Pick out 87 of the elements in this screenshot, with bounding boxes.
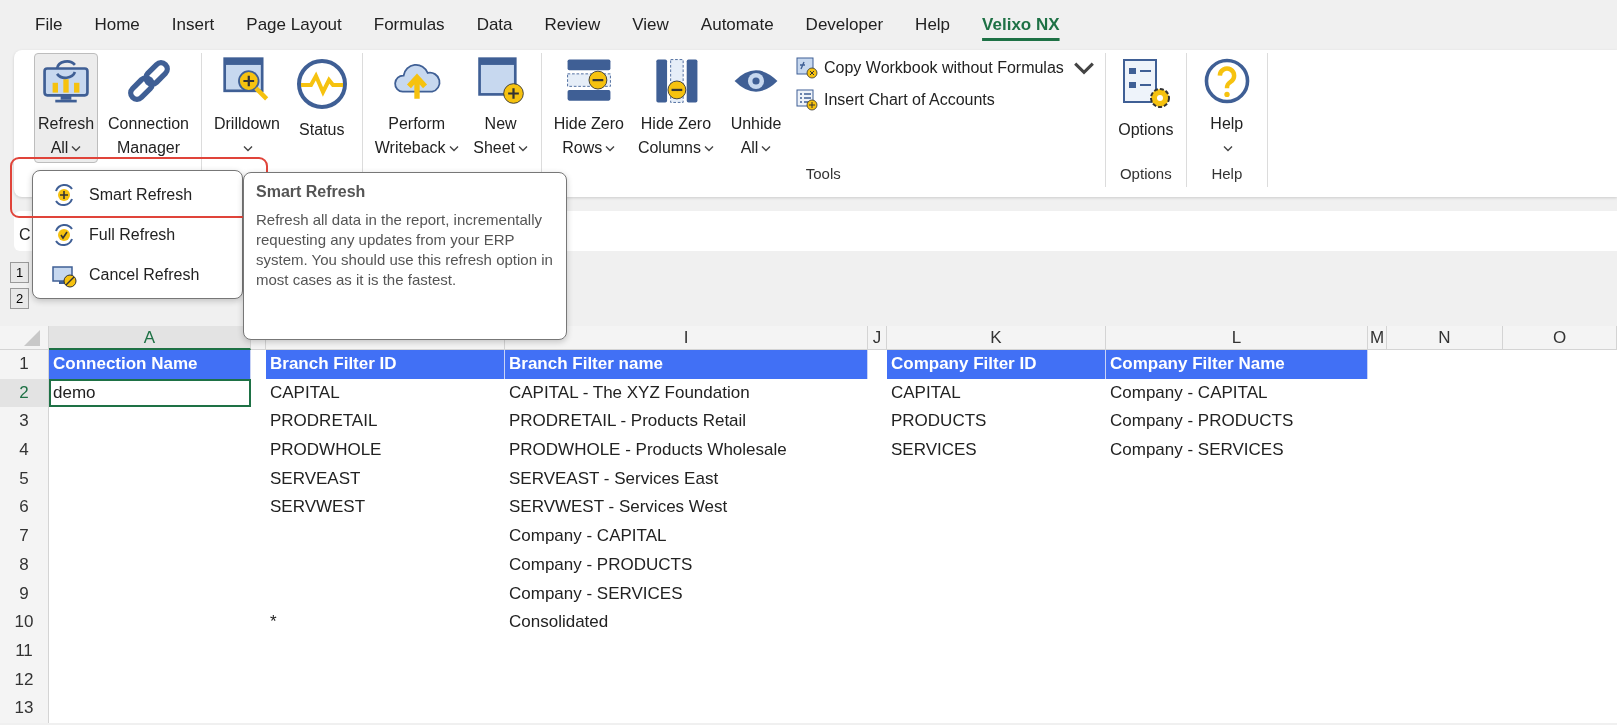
row-header[interactable]: 6 [0,493,49,523]
ribbon-tab[interactable]: View [616,8,685,42]
ribbon-tab[interactable]: Velixo NX [966,8,1076,42]
ribbon-tab[interactable]: Developer [789,8,900,42]
table-cell-text: CAPITAL [890,381,962,404]
table-cell-text: Company - SERVICES [1109,439,1285,462]
column-title: Branch Filter ID [266,350,505,379]
table-cell-text: Company - CAPITAL [508,525,668,548]
row-header[interactable]: 7 [0,522,49,551]
ribbon-button[interactable]: Unhide All [724,53,788,163]
table-cell-text: Company - PRODUCTS [1109,410,1295,433]
table-cell-text: PRODRETAIL [269,410,379,433]
table-cell-text: CAPITAL - The XYZ Foundation [508,381,751,404]
menu-item[interactable]: Cancel Refresh [37,255,238,295]
ribbon-button[interactable]: Connection Manager [104,53,193,163]
ribbon-button[interactable]: New Sheet [468,53,533,163]
column-header[interactable]: M [1368,326,1387,350]
table-cell-text: PRODWHOLE - Products Wholesale [508,439,788,462]
ribbon-button[interactable]: Status [289,53,354,163]
outline-level-button[interactable]: 2 [10,288,29,309]
table-cell-text: CAPITAL [269,381,341,404]
row-header[interactable]: 5 [0,464,49,494]
row-header[interactable]: 11 [0,636,49,666]
table-cell-text: PRODWHOLE [269,439,383,462]
column-header[interactable]: A [49,326,251,350]
table-cell-text: SERVEAST [269,467,362,490]
ribbon-tab[interactable]: Review [528,8,617,42]
table-cell-text: PRODRETAIL - Products Retail [508,410,748,433]
ribbon-button[interactable]: Perform Writeback [370,53,463,163]
row-header[interactable]: 13 [0,694,49,723]
ribbon-button[interactable]: Drilldown [210,53,284,163]
name-box[interactable]: C [19,223,31,247]
tooltip-title: Smart Refresh [256,182,367,202]
row-header[interactable]: 3 [0,407,49,437]
ribbon-tab[interactable]: File [19,8,79,42]
table-cell-text: Company - CAPITAL [1109,381,1269,404]
column-title: Branch Filter name [505,350,868,379]
table-cell-text: SERVICES [890,439,978,462]
table-cell-text: Company - SERVICES [508,582,684,605]
column-title: Company Filter ID [887,350,1106,379]
menu-item[interactable]: Full Refresh [37,215,238,255]
formula-sheet-icon [796,57,818,79]
ribbon-button[interactable]: Copy Workbook without Formulas [794,55,1097,81]
row-header[interactable]: 8 [0,550,49,580]
row-header[interactable]: 4 [0,436,49,465]
ribbon-button[interactable]: Insert Chart of Accounts [794,87,1097,113]
column-title: Connection Name [49,350,251,379]
row-header[interactable]: 2 [0,378,49,408]
column-header[interactable]: L [1106,326,1368,350]
ribbon-tab[interactable]: Help [899,8,967,42]
list-icon [796,89,818,111]
group-label: Help [1210,164,1244,184]
table-cell-text: SERVEAST - Services East [508,467,720,490]
ribbon-tab[interactable]: Automate [684,8,790,42]
column-header[interactable]: K [887,326,1106,350]
ribbon-button[interactable]: Refresh All [34,53,99,163]
group-label: Tools [804,164,842,184]
menu-item[interactable]: Smart Refresh [37,175,238,215]
ribbon-button[interactable]: Hide Zero Rows [549,53,628,163]
select-all-icon [24,330,40,346]
column-header[interactable]: N [1387,326,1503,350]
outline-level-button[interactable]: 1 [10,262,29,283]
table-cell: demo [49,378,251,408]
row-header[interactable]: 10 [0,608,49,637]
ribbon-tab[interactable]: Data [460,8,529,42]
table-cell-text: * [269,611,278,634]
ribbon-tab[interactable]: Formulas [357,8,461,42]
row-header[interactable]: 1 [0,350,49,379]
ribbon-tab[interactable]: Insert [155,8,231,42]
column-header[interactable]: I [505,326,868,350]
column-title: Company Filter Name [1106,350,1368,379]
ribbon-tab[interactable]: Page Layout [230,8,358,42]
group-label: Options [1118,164,1173,184]
tooltip-text: Refresh all data in the report, incrementally requesting any updates from your ERP system. You should use this refresh option in most cases as it is the fastest. [256,210,554,290]
ribbon-button[interactable]: Options [1113,53,1178,163]
table-cell-text: SERVWEST [269,496,367,519]
ribbon-tab[interactable]: Home [78,8,156,42]
ribbon-button[interactable]: Help [1194,53,1259,163]
column-header[interactable]: J [868,326,887,350]
row-header[interactable]: 9 [0,579,49,609]
table-cell-text: SERVWEST - Services West [508,496,729,519]
table-cell-text: Company - PRODUCTS [508,553,694,576]
table-cell-text: Consolidated [508,611,610,634]
row-header[interactable]: 12 [0,665,49,695]
table-cell-text: PRODUCTS [890,410,988,433]
column-header[interactable]: O [1503,326,1617,350]
ribbon-button[interactable]: Hide Zero Columns [633,53,718,163]
